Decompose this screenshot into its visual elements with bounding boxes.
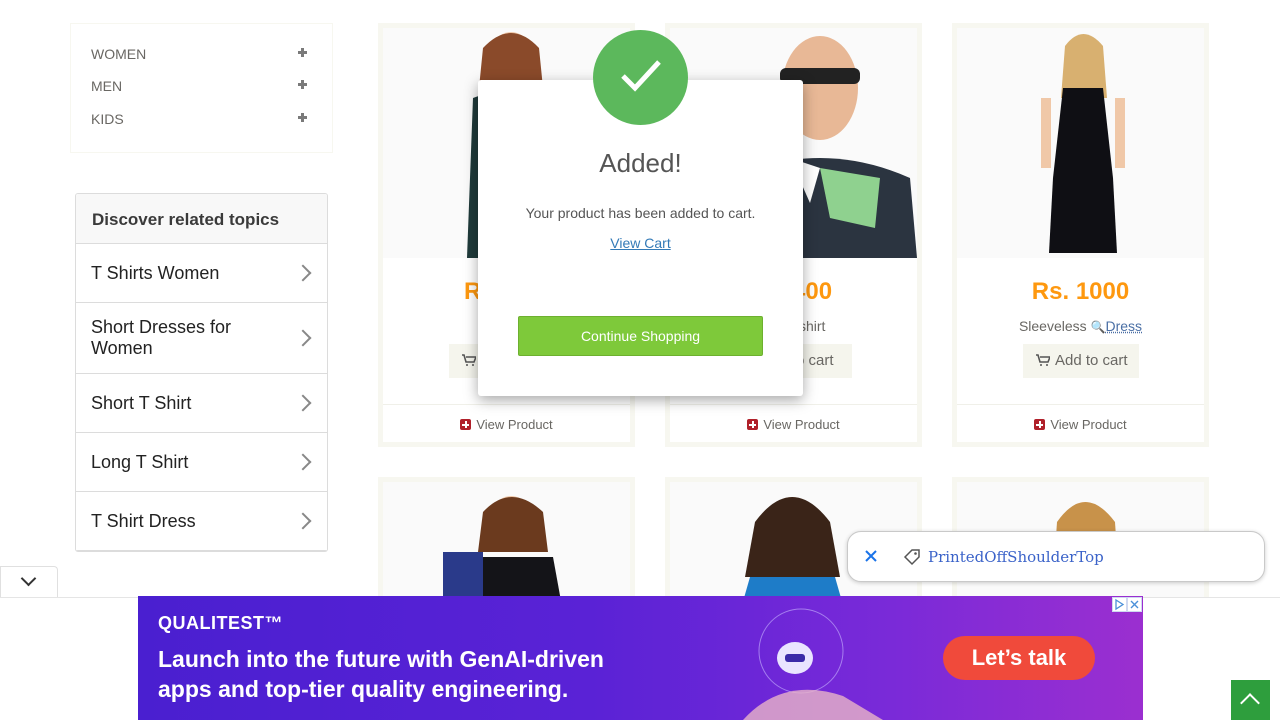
category-panel: WOMEN MEN KIDS bbox=[70, 23, 333, 153]
chip-label: PrintedOffShoulderTop bbox=[928, 548, 1104, 566]
product-image bbox=[957, 28, 1204, 258]
add-to-cart-button[interactable]: Add to cart bbox=[1023, 344, 1139, 378]
related-topics-header: Discover related topics bbox=[76, 194, 327, 244]
plus-square-icon bbox=[747, 419, 759, 430]
topic-item[interactable]: Short Dresses for Women bbox=[76, 303, 327, 374]
plus-icon[interactable] bbox=[298, 48, 307, 57]
product-category-link[interactable]: Dress bbox=[1105, 318, 1142, 334]
topic-label: T Shirt Dress bbox=[91, 511, 196, 531]
product-image bbox=[383, 482, 630, 612]
chevron-right-icon bbox=[294, 264, 312, 282]
topic-item[interactable]: Short T Shirt bbox=[76, 374, 327, 433]
cart-icon bbox=[1036, 354, 1050, 366]
related-topics-title: Discover related topics bbox=[92, 210, 280, 229]
category-label: MEN bbox=[91, 78, 123, 94]
advertisement-banner[interactable]: QUALITEST™ Launch into the future with G… bbox=[138, 596, 1143, 720]
category-kids[interactable]: KIDS bbox=[91, 111, 311, 131]
close-icon[interactable] bbox=[863, 548, 879, 564]
lets-talk-button[interactable]: Let’s talk bbox=[943, 636, 1095, 680]
plus-square-icon bbox=[1034, 419, 1046, 430]
topic-item[interactable]: T Shirt Dress bbox=[76, 492, 327, 551]
view-product-link[interactable]: View Product bbox=[383, 404, 630, 442]
continue-shopping-button[interactable]: Continue Shopping bbox=[518, 316, 763, 356]
plus-icon[interactable] bbox=[298, 80, 307, 89]
product-price: Rs. 1000 bbox=[1031, 278, 1130, 305]
chevron-up-icon bbox=[1240, 693, 1260, 713]
chevron-down-icon bbox=[20, 570, 37, 587]
topic-label: T Shirts Women bbox=[91, 263, 220, 283]
product-card: Rs. 1000 Sleeveless 🔍Dress Add to cart V… bbox=[952, 23, 1209, 447]
related-topics-panel: Discover related topics T Shirts Women S… bbox=[75, 193, 328, 552]
topic-item[interactable]: T Shirts Women bbox=[76, 244, 327, 303]
category-label: KIDS bbox=[91, 111, 124, 127]
success-check-icon bbox=[593, 30, 688, 125]
ad-headline-line1: Launch into the future with GenAI-driven bbox=[158, 646, 604, 672]
ad-brand: QUALITEST™ bbox=[158, 613, 283, 633]
adchoices-icon[interactable] bbox=[1112, 597, 1127, 612]
chevron-right-icon bbox=[294, 394, 312, 412]
topic-label: Short T Shirt bbox=[91, 393, 192, 413]
chevron-right-icon bbox=[294, 453, 312, 471]
view-product-link[interactable]: View Product bbox=[957, 404, 1204, 442]
topic-label: Short Dresses for Women bbox=[91, 317, 232, 358]
plus-square-icon bbox=[460, 419, 472, 430]
chevron-right-icon bbox=[294, 329, 312, 347]
ad-headline-line2: apps and top-tier quality engineering. bbox=[158, 676, 569, 702]
collapse-ad-button[interactable] bbox=[0, 566, 58, 597]
search-icon: 🔍 bbox=[1090, 320, 1106, 334]
topic-item[interactable]: Long T Shirt bbox=[76, 433, 327, 492]
search-suggestion-chip[interactable]: PrintedOffShoulderTop bbox=[847, 531, 1265, 582]
added-to-cart-modal: Added! Your product has been added to ca… bbox=[478, 80, 803, 396]
scroll-to-top-button[interactable] bbox=[1231, 680, 1270, 720]
modal-title: Added! bbox=[599, 148, 682, 178]
category-men[interactable]: MEN bbox=[91, 78, 311, 98]
topic-label: Long T Shirt bbox=[91, 452, 189, 472]
plus-icon[interactable] bbox=[298, 113, 307, 122]
close-ad-icon[interactable] bbox=[1127, 597, 1142, 612]
tag-icon bbox=[903, 549, 920, 566]
product-name: Sleeveless 🔍Dress bbox=[1018, 318, 1143, 334]
ad-illustration bbox=[743, 608, 883, 720]
chevron-right-icon bbox=[294, 512, 312, 530]
category-women[interactable]: WOMEN bbox=[91, 46, 311, 66]
view-product-link[interactable]: View Product bbox=[670, 404, 917, 442]
category-label: WOMEN bbox=[91, 46, 147, 62]
modal-message: Your product has been added to cart. bbox=[525, 205, 756, 221]
view-cart-link[interactable]: View Cart bbox=[478, 235, 803, 251]
